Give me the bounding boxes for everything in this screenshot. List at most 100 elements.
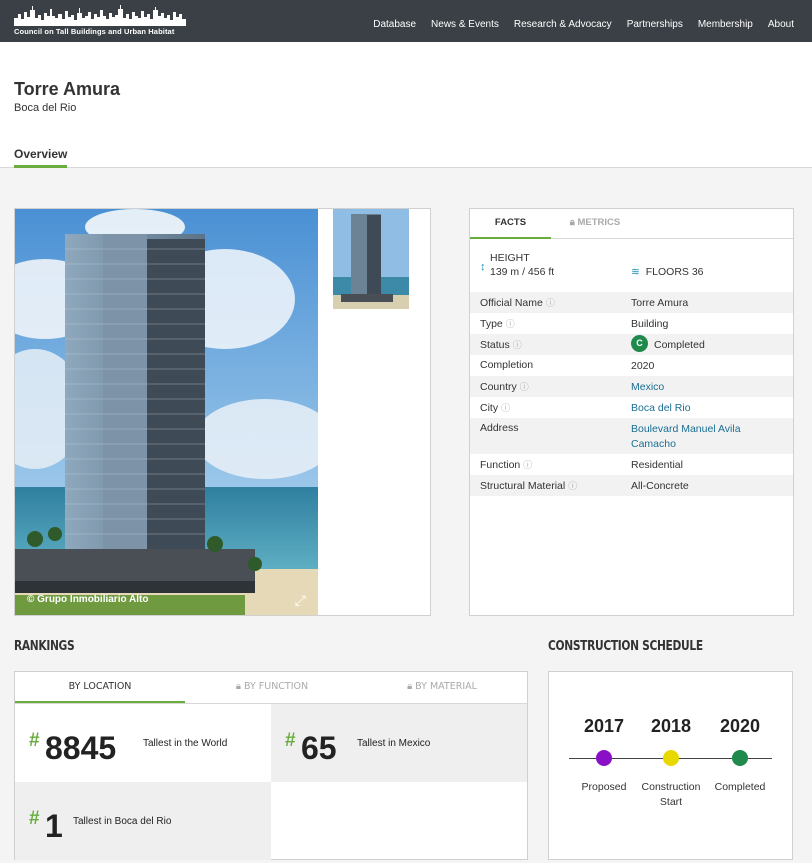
fact-value: All-Concrete xyxy=(631,480,689,492)
nav-about[interactable]: About xyxy=(768,19,794,30)
tab-overview[interactable]: Overview xyxy=(14,147,68,168)
tab-by-material-label: BY MATERIAL xyxy=(415,681,477,692)
fact-value: Building xyxy=(631,318,669,330)
page-title: Torre Amura xyxy=(14,79,121,99)
phase-label: Construction Start xyxy=(641,781,701,808)
nav-partnerships[interactable]: Partnerships xyxy=(627,19,683,30)
phase-dot-completed xyxy=(732,750,748,766)
info-icon[interactable]: ⓘ xyxy=(523,460,532,470)
construction-schedule-panel: 2017 Proposed 2018 Construction Start 20… xyxy=(548,671,793,860)
phase-label: Completed xyxy=(714,781,766,793)
fact-label: Official Name xyxy=(480,297,543,309)
fact-label: Type xyxy=(480,318,503,330)
photo-thumbnail[interactable] xyxy=(333,209,409,309)
fact-value: Torre Amura xyxy=(631,297,689,309)
lock-icon: 🔒︎ xyxy=(235,681,241,692)
building-city: Boca del Rio xyxy=(14,102,77,114)
rank-country: # 65 Tallest in Mexico xyxy=(271,704,527,782)
height-stat: ↕ HEIGHT 139 m / 456 ft xyxy=(480,252,554,278)
tab-by-material[interactable]: 🔒︎ BY MATERIAL xyxy=(357,672,527,703)
phase-year: 2018 xyxy=(650,716,692,736)
fact-row: Address Boulevard Manuel Avila Camacho xyxy=(470,418,793,454)
height-label: HEIGHT xyxy=(490,252,530,264)
facts-panel: FACTS 🔒︎ METRICS ↕ HEIGHT 139 m / 456 ft… xyxy=(469,208,794,616)
hash-symbol: # xyxy=(29,730,40,751)
rank-label: Tallest in Mexico xyxy=(357,738,431,749)
lock-icon: 🔒︎ xyxy=(407,681,413,692)
fact-row: Country ⓘ Mexico xyxy=(470,376,793,397)
image-gallery: © Grupo Inmobiliario Alto ⤢ xyxy=(14,208,431,616)
lock-icon: 🔒︎ xyxy=(569,217,575,228)
photo-credit: © Grupo Inmobiliario Alto xyxy=(27,594,149,605)
rank-city: # 1 Tallest in Boca del Rio xyxy=(15,782,271,860)
tab-metrics-label: METRICS xyxy=(577,217,621,228)
phase-year: 2017 xyxy=(583,716,625,736)
rankings-panel: BY LOCATION 🔒︎ BY FUNCTION 🔒︎ BY MATERIA… xyxy=(14,671,528,860)
fact-row: Structural Material ⓘ All-Concrete xyxy=(470,475,793,496)
info-icon[interactable]: ⓘ xyxy=(520,382,529,392)
tab-by-function[interactable]: 🔒︎ BY FUNCTION xyxy=(187,672,357,703)
tab-by-location[interactable]: BY LOCATION xyxy=(15,672,185,703)
info-icon[interactable]: ⓘ xyxy=(501,403,510,413)
fact-row: Completion 2020 xyxy=(470,355,793,376)
hash-symbol: # xyxy=(285,730,296,751)
tab-facts[interactable]: FACTS xyxy=(470,209,551,239)
ctbuh-logo[interactable]: Council on Tall Buildings and Urban Habi… xyxy=(14,4,186,38)
main-nav: Database News & Events Research & Advoca… xyxy=(373,19,794,30)
floors-stat: ≋ FLOORS 36 xyxy=(631,266,704,278)
floors-label: FLOORS xyxy=(645,266,689,278)
city-link[interactable]: Boca del Rio xyxy=(631,401,781,416)
tab-metrics[interactable]: 🔒︎ METRICS xyxy=(565,209,625,239)
fact-label: Status xyxy=(480,339,510,351)
rank-label: Tallest in Boca del Rio xyxy=(73,816,172,827)
rank-number: 8845 xyxy=(45,730,117,766)
fact-label: Address xyxy=(480,422,519,434)
height-arrow-icon: ↕ xyxy=(480,261,486,273)
logo-text: Council on Tall Buildings and Urban Habi… xyxy=(14,27,175,36)
fact-value: 2020 xyxy=(631,360,655,372)
layers-icon: ≋ xyxy=(631,266,640,278)
fact-label: City xyxy=(480,402,499,414)
fact-row: Type ⓘ Building xyxy=(470,313,793,334)
nav-research-advocacy[interactable]: Research & Advocacy xyxy=(514,19,612,30)
phase-label: Proposed xyxy=(581,781,627,793)
fact-row: Official Name ⓘ Torre Amura xyxy=(470,292,793,313)
fact-row: City ⓘ Boca del Rio xyxy=(470,397,793,418)
rank-world: # 8845 Tallest in the World xyxy=(15,704,271,782)
fact-label: Function xyxy=(480,459,521,471)
nav-news-events[interactable]: News & Events xyxy=(431,19,499,30)
info-icon[interactable]: ⓘ xyxy=(506,319,515,329)
info-icon[interactable]: ⓘ xyxy=(568,481,577,491)
phase-dot-proposed xyxy=(596,750,612,766)
rank-label: Tallest in the World xyxy=(143,738,228,749)
nav-database[interactable]: Database xyxy=(373,19,416,30)
height-value: 139 m / 456 ft xyxy=(490,266,555,278)
nav-membership[interactable]: Membership xyxy=(698,19,753,30)
phase-year: 2020 xyxy=(719,716,761,736)
rank-number: 65 xyxy=(301,730,337,766)
schedule-title: CONSTRUCTION SCHEDULE xyxy=(548,639,703,654)
rank-number: 1 xyxy=(45,808,63,844)
page-header: Torre Amura Boca del Rio Overview xyxy=(0,42,812,168)
info-icon[interactable]: ⓘ xyxy=(513,340,522,350)
facts-tabs: FACTS 🔒︎ METRICS xyxy=(470,209,793,239)
fact-value: C Completed xyxy=(631,334,781,353)
fact-value: Residential xyxy=(631,459,683,471)
rankings-title: RANKINGS xyxy=(14,639,75,654)
height-floors-row: ↕ HEIGHT 139 m / 456 ft ≋ FLOORS 36 xyxy=(470,240,793,294)
status-text: Completed xyxy=(654,339,705,351)
hash-symbol: # xyxy=(29,808,40,829)
fact-label: Country xyxy=(480,381,517,393)
phase-dot-construction-start xyxy=(663,750,679,766)
status-badge: C xyxy=(631,334,648,352)
info-icon[interactable]: ⓘ xyxy=(546,298,555,308)
expand-icon[interactable]: ⤢ xyxy=(295,592,306,609)
fact-label: Structural Material xyxy=(480,480,566,492)
fact-row: Function ⓘ Residential xyxy=(470,454,793,475)
country-link[interactable]: Mexico xyxy=(631,380,781,395)
tab-by-function-label: BY FUNCTION xyxy=(243,681,309,692)
skyline-icon xyxy=(14,5,186,26)
fact-label: Completion xyxy=(480,359,534,371)
address-link[interactable]: Boulevard Manuel Avila Camacho xyxy=(631,422,781,452)
building-photo[interactable]: © Grupo Inmobiliario Alto ⤢ xyxy=(15,209,318,615)
